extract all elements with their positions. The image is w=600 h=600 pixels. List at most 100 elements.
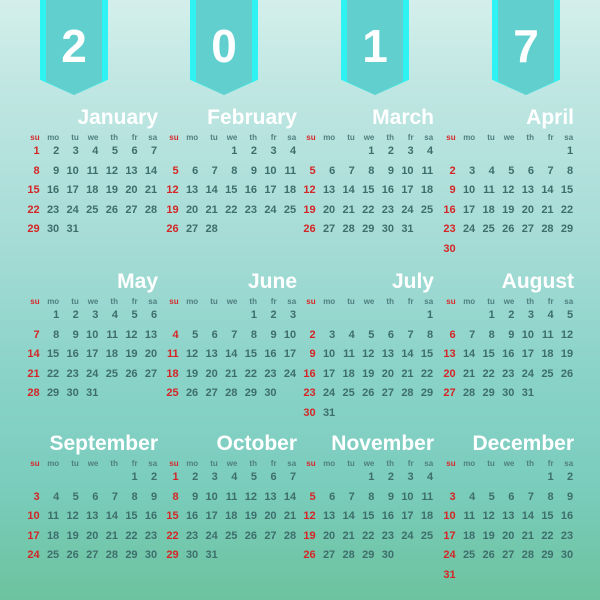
date: 18 [105, 348, 118, 360]
date: 23 [244, 203, 257, 216]
sunday-date: 7 [33, 328, 40, 341]
date: 18 [225, 510, 238, 522]
date: 24 [462, 223, 476, 235]
date: 22 [46, 367, 60, 380]
date: 23 [381, 529, 394, 542]
date: 20 [125, 184, 138, 196]
weekday-header: th [526, 459, 534, 468]
sunday-date: 15 [166, 510, 179, 522]
date: 3 [270, 145, 277, 157]
date: 10 [322, 348, 336, 360]
month-june: June su mo tu we th fr sa 1 2 3 4 5 6 7 8 9 10 11 12 13 14 15 1… [161, 270, 299, 406]
weekday-header: su [169, 459, 179, 468]
date: 16 [185, 510, 199, 522]
date: 8 [131, 490, 138, 503]
date: 7 [348, 490, 355, 503]
date: 25 [283, 203, 297, 216]
date: 22 [482, 367, 495, 380]
sunday-date: 31 [443, 568, 456, 581]
date: 12 [560, 328, 574, 341]
date: 8 [231, 164, 238, 177]
year-digit: 2 [61, 20, 87, 72]
year-ribbon: 7 [492, 0, 560, 95]
weekday-header: tu [347, 133, 355, 142]
date: 15 [420, 348, 434, 360]
date: 5 [72, 490, 79, 503]
weekday-header: we [503, 459, 515, 468]
date: 15 [244, 348, 257, 360]
weekday-header: mo [47, 297, 60, 306]
sunday-date: 19 [303, 529, 316, 542]
date: 13 [381, 348, 394, 360]
date: 21 [225, 367, 238, 380]
sunday-date: 25 [166, 387, 179, 399]
month-days-grid: su mo tu we th fr sa 1 2 3 4 5 6 7 8 9 10 11 12 13 14 15 16 17 1… [161, 458, 299, 568]
date: 8 [53, 328, 60, 341]
date: 2 [192, 471, 199, 483]
weekday-header: we [87, 459, 99, 468]
date: 17 [322, 367, 336, 380]
date: 6 [192, 164, 199, 177]
weekday-header: su [169, 133, 179, 142]
weekday-header: tu [210, 459, 218, 468]
sunday-date: 22 [166, 529, 179, 542]
sunday-date: 21 [27, 367, 40, 380]
month-october: October su mo tu we th fr sa 1 2 3 4 5 6 7 8 9 10 11 12 13 14… [161, 432, 299, 568]
sunday-date: 13 [443, 348, 456, 360]
weekday-header: th [110, 459, 118, 468]
weekday-header: mo [186, 459, 199, 468]
date: 2 [387, 145, 394, 157]
month-days-grid: su mo tu we th fr sa 1 2 3 4 5 6 7 8 9 10 11 12 13 14 15 16 17 1… [438, 132, 576, 261]
date: 25 [462, 549, 476, 561]
sunday-date: 29 [27, 223, 40, 235]
date: 27 [185, 223, 199, 235]
weekday-header: th [249, 297, 257, 306]
weekday-header: we [87, 133, 99, 142]
sunday-date: 5 [172, 164, 179, 177]
date: 8 [488, 328, 495, 341]
date: 31 [521, 387, 534, 399]
date: 2 [508, 309, 515, 321]
month-days-grid: su mo tu we th fr sa 1 2 3 4 5 6 7 8 9 10 11 12 13 14 15 16 17 1… [298, 458, 436, 568]
date: 11 [284, 164, 297, 177]
date: 26 [125, 367, 138, 380]
date: 5 [131, 309, 138, 321]
sunday-date: 1 [33, 145, 40, 157]
date: 15 [225, 184, 238, 196]
date: 28 [521, 549, 534, 561]
date: 12 [362, 348, 375, 360]
month-title: September [49, 432, 158, 455]
date: 17 [401, 184, 414, 196]
date: 25 [342, 387, 355, 399]
sunday-date: 5 [309, 164, 316, 177]
weekday-header: th [249, 133, 257, 142]
sunday-date: 19 [303, 203, 316, 216]
weekday-header: fr [131, 459, 138, 468]
date: 8 [567, 164, 574, 177]
date: 31 [86, 387, 99, 399]
date: 26 [362, 387, 375, 399]
date: 17 [86, 348, 99, 360]
date: 11 [225, 490, 238, 503]
date: 12 [482, 510, 495, 522]
sunday-date: 8 [172, 490, 179, 503]
weekday-header: fr [407, 459, 414, 468]
date: 17 [264, 184, 277, 196]
date: 24 [322, 387, 336, 399]
weekday-header: sa [564, 459, 574, 468]
date: 6 [329, 164, 336, 177]
month-days-grid: su mo tu we th fr sa 1 2 3 4 5 6 7 8 9 10 11 12 13 14 15 16 17 1… [438, 458, 576, 587]
date: 30 [264, 387, 277, 399]
date: 27 [381, 387, 394, 399]
weekday-header: su [30, 297, 40, 306]
date: 4 [488, 164, 495, 177]
date: 13 [205, 348, 218, 360]
date: 13 [502, 510, 515, 522]
date: 4 [231, 471, 238, 483]
date: 18 [420, 510, 434, 522]
date: 18 [420, 184, 434, 196]
date: 28 [342, 223, 355, 235]
month-title: December [472, 432, 574, 455]
date: 30 [46, 223, 60, 235]
sunday-date: 14 [27, 348, 40, 360]
